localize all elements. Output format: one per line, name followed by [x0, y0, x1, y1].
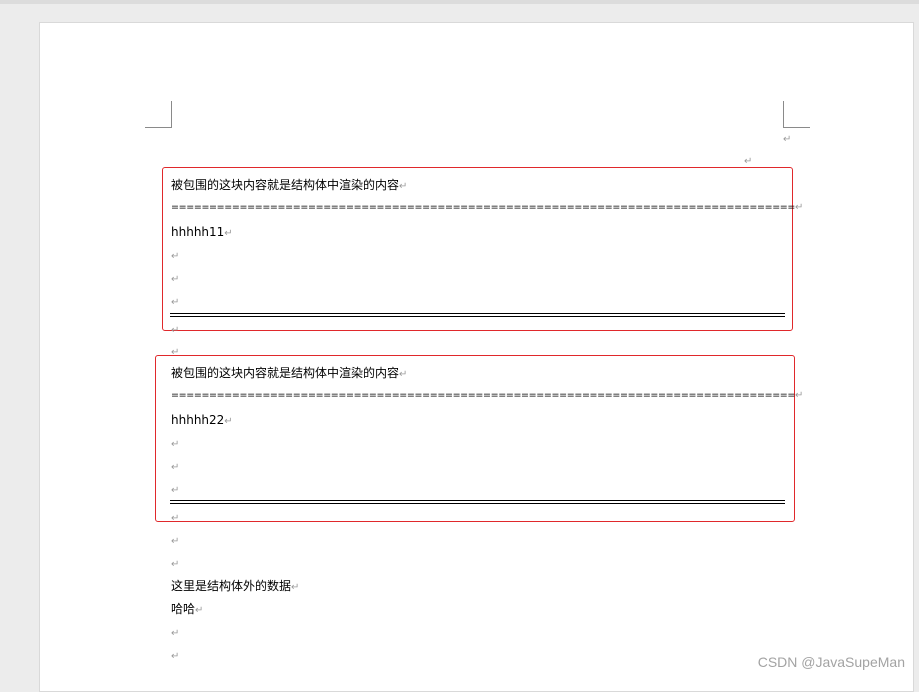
empty-paragraph[interactable]: ↵ — [171, 270, 179, 288]
paragraph-mark-icon: ↵ — [795, 202, 804, 213]
empty-paragraph[interactable]: ↵ — [171, 532, 179, 550]
double-rule-2 — [170, 500, 785, 504]
paragraph-mark-icon: ↵ — [171, 251, 180, 262]
empty-paragraph[interactable]: ↵ — [171, 624, 179, 642]
paragraph-mark-icon: ↵ — [195, 605, 204, 616]
double-rule-1 — [170, 313, 785, 317]
paragraph-mark-icon: ↵ — [171, 651, 180, 662]
margin-corner-right — [783, 101, 810, 128]
margin-corner-left — [145, 101, 172, 128]
block2-separator-line[interactable]: ========================================… — [171, 388, 803, 404]
empty-paragraph[interactable]: ↵ — [171, 435, 179, 453]
paragraph-mark-icon: ↵ — [171, 513, 180, 524]
paragraph-mark-icon: ↵ — [171, 297, 180, 308]
block2-heading: 被包围的这块内容就是结构体中渲染的内容 — [171, 366, 400, 380]
empty-paragraph[interactable]: ↵ — [171, 293, 179, 311]
paragraph-mark-icon: ↵ — [171, 628, 180, 639]
block1-heading: 被包围的这块内容就是结构体中渲染的内容 — [171, 178, 400, 192]
paragraph-mark-icon: ↵ — [795, 390, 804, 401]
window-top-strip — [0, 0, 919, 4]
paragraph-mark-icon: ↵ — [171, 559, 180, 570]
empty-paragraph[interactable]: ↵ — [171, 247, 179, 265]
paragraph-mark-icon: ↵ — [224, 416, 233, 427]
block1-separator: ========================================… — [171, 202, 796, 213]
paragraph-mark-icon: ↵ — [783, 134, 792, 145]
block1-value: hhhhh11 — [171, 225, 225, 239]
document-page[interactable]: ↵ ↵ 被包围的这块内容就是结构体中渲染的内容↵ ===============… — [39, 22, 914, 692]
empty-paragraph[interactable]: ↵ — [171, 509, 179, 527]
empty-paragraph[interactable]: ↵ — [171, 321, 179, 339]
outside-line-2[interactable]: 哈哈↵ — [171, 601, 203, 619]
empty-paragraph[interactable]: ↵ — [171, 647, 179, 665]
block2-separator: ========================================… — [171, 390, 796, 401]
watermark: CSDN @JavaSupeMan — [757, 654, 905, 670]
block1-separator-line[interactable]: ========================================… — [171, 200, 803, 216]
paragraph-mark-icon: ↵ — [171, 439, 180, 450]
paragraph-mark-icon: ↵ — [171, 485, 180, 496]
paragraph-mark-icon: ↵ — [224, 228, 233, 239]
paragraph-mark-icon: ↵ — [399, 369, 408, 380]
paragraph-mark-icon: ↵ — [171, 274, 180, 285]
empty-paragraph[interactable]: ↵ — [171, 555, 179, 573]
block1-heading-line[interactable]: 被包围的这块内容就是结构体中渲染的内容↵ — [171, 177, 407, 195]
block2-heading-line[interactable]: 被包围的这块内容就是结构体中渲染的内容↵ — [171, 365, 407, 383]
paragraph-mark-icon: ↵ — [399, 181, 408, 192]
paragraph-mark-icon: ↵ — [171, 462, 180, 473]
outside-line-1[interactable]: 这里是结构体外的数据↵ — [171, 578, 299, 596]
outside-text-2: 哈哈 — [171, 602, 196, 616]
empty-paragraph[interactable]: ↵ — [171, 458, 179, 476]
paragraph-mark-icon: ↵ — [291, 582, 300, 593]
paragraph-mark-icon: ↵ — [171, 325, 180, 336]
empty-paragraph[interactable]: ↵ — [171, 481, 179, 499]
paragraph-mark-icon: ↵ — [171, 536, 180, 547]
outside-text-1: 这里是结构体外的数据 — [171, 579, 292, 593]
block2-value-line[interactable]: hhhhh22↵ — [171, 412, 233, 430]
block1-value-line[interactable]: hhhhh11↵ — [171, 224, 233, 242]
block2-value: hhhhh22 — [171, 413, 225, 427]
